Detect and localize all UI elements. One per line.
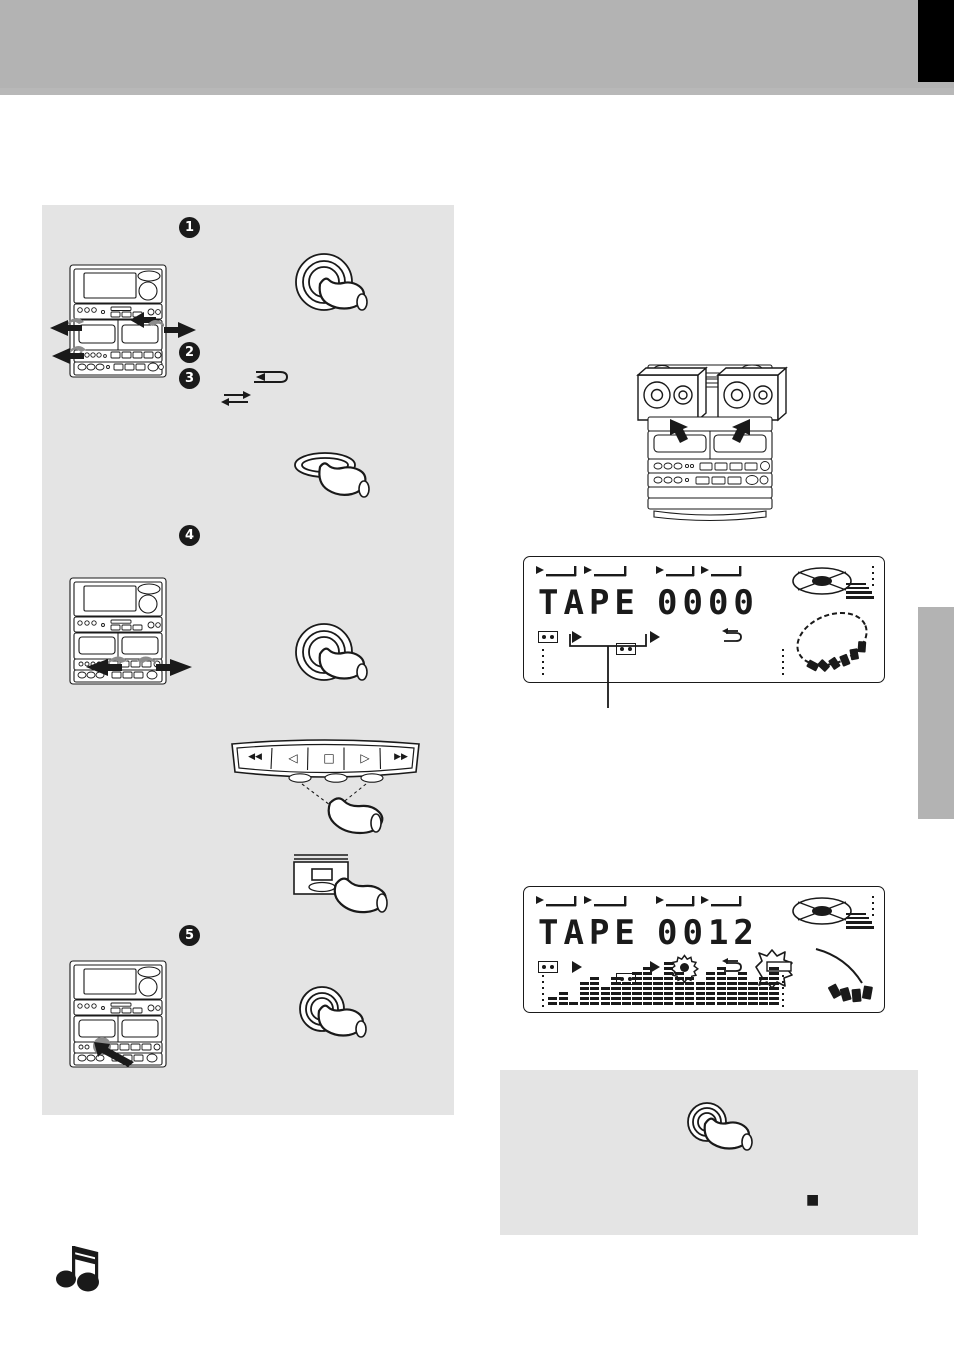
hand-press-round-button-note[interactable] [680,1100,775,1170]
spectrum-bar [664,962,674,1007]
music-note-icon [56,1238,112,1300]
spectrum-bar [674,972,684,1007]
lcd1-disc-tray-icon [792,609,874,672]
spectrum-bar [569,1002,579,1007]
hand-press-round-button-step1[interactable] [286,250,386,330]
lcd2-mode-text: TAPE [538,913,640,953]
spectrum-bar [758,977,769,1007]
step-number-2: 2 [179,342,200,363]
spectrum-bar [769,967,779,1007]
spectrum-bar [558,992,568,1007]
transport-play-button[interactable]: ▷ [350,751,380,765]
spectrum-bar [621,982,632,1007]
spectrum-bar [590,977,600,1007]
header-black-marker [918,0,954,82]
step-number-1: 1 [179,217,200,238]
spectrum-bar [548,997,558,1007]
step-number-3: 3 [179,368,200,389]
reverse-mode-symbols [212,365,302,410]
lcd2-level-dots [872,896,874,916]
lcd2-spectrum-dot-right [782,975,784,1007]
spectrum-bar [642,967,653,1007]
spectrum-bar [611,977,621,1007]
spectrum-bar [716,967,726,1007]
spectrum-bar [685,977,695,1007]
step-number-4: 4 [179,525,200,546]
hand-press-round-button-step4[interactable] [286,620,386,700]
spectrum-bar [600,987,610,1007]
spectrum-bar [695,982,705,1007]
stereo-cassette-insert-illustration [630,364,790,522]
spectrum-bar [706,972,716,1007]
lcd1-mode-text: TAPE [538,583,640,623]
spectrum-bar [653,977,663,1007]
section-side-tab [918,607,954,819]
lcd1-level-dots [872,566,874,586]
lcd2-disc-tray-icon [812,945,882,1005]
header-rule [0,88,954,95]
note-stop-glyph: ■ [806,1192,820,1208]
lcd2-deck-a-play-icon [572,961,582,973]
lcd2-spectrum-analyzer [548,962,780,1007]
lcd1-deck-a-cassette-icon [538,631,558,643]
transport-stop-button[interactable]: □ [314,751,344,765]
spectrum-bar [579,982,589,1007]
lcd-display-recording: TAPE 0012 [523,886,885,1013]
hand-press-flat-button-step3[interactable] [290,445,385,515]
spectrum-bar [727,977,737,1007]
stereo-illustration-step1 [48,260,198,395]
lcd2-spectrum-dot-left [542,975,544,1007]
hand-press-transport-button[interactable] [320,785,410,850]
lcd1-repeat-icon [720,627,744,645]
note-box: ■ [500,1070,918,1235]
spectrum-bar [632,972,642,1007]
lcd1-top-markers [534,564,742,580]
spectrum-bar [737,972,748,1007]
transport-fast-forward-button[interactable]: ▶▶ [386,752,416,762]
lcd1-spectrum-dot-right [782,649,784,677]
page-header-band [0,0,954,88]
lcd1-callout-bracket [568,632,658,710]
lcd2-top-markers [534,894,742,910]
hand-press-stop-button[interactable] [330,868,410,928]
transport-reverse-play-button[interactable]: ◁ [278,751,308,765]
lcd2-counter-text: 0012 [657,913,759,953]
lcd1-spectrum-dot-left [542,649,544,677]
spectrum-bar [748,982,758,1007]
stereo-illustration-step4 [64,575,194,687]
hand-press-round-button-step5[interactable] [290,985,385,1055]
transport-rewind-button[interactable]: ◀◀ [240,752,270,762]
lcd2-deck-a-cassette-icon [538,961,558,973]
stereo-illustration-step5 [64,958,194,1070]
lcd1-counter-text: 0000 [657,583,759,623]
step-number-5: 5 [179,925,200,946]
